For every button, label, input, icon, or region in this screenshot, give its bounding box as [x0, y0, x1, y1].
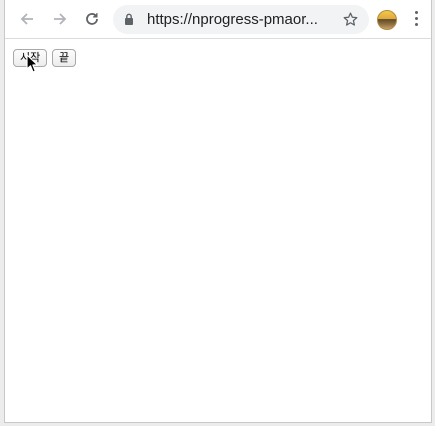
lock-icon	[125, 13, 133, 25]
browser-toolbar: https://nprogress-pmaor...	[5, 0, 431, 39]
browser-window: https://nprogress-pmaor... 시작 끝	[4, 0, 432, 423]
kebab-menu-icon[interactable]	[413, 11, 419, 29]
back-button[interactable]	[17, 9, 37, 29]
url-text[interactable]: https://nprogress-pmaor...	[147, 11, 333, 28]
reload-button[interactable]	[82, 9, 102, 29]
page-content: 시작 끝	[5, 39, 431, 422]
reload-icon	[86, 13, 98, 25]
address-bar[interactable]: https://nprogress-pmaor...	[113, 5, 369, 34]
avatar[interactable]	[377, 10, 397, 30]
arrow-left-icon	[20, 13, 33, 25]
star-icon[interactable]	[342, 11, 359, 28]
arrow-right-icon	[54, 13, 67, 25]
forward-button[interactable]	[50, 9, 70, 29]
end-button[interactable]: 끝	[52, 49, 77, 67]
mouse-cursor-icon	[26, 54, 39, 73]
